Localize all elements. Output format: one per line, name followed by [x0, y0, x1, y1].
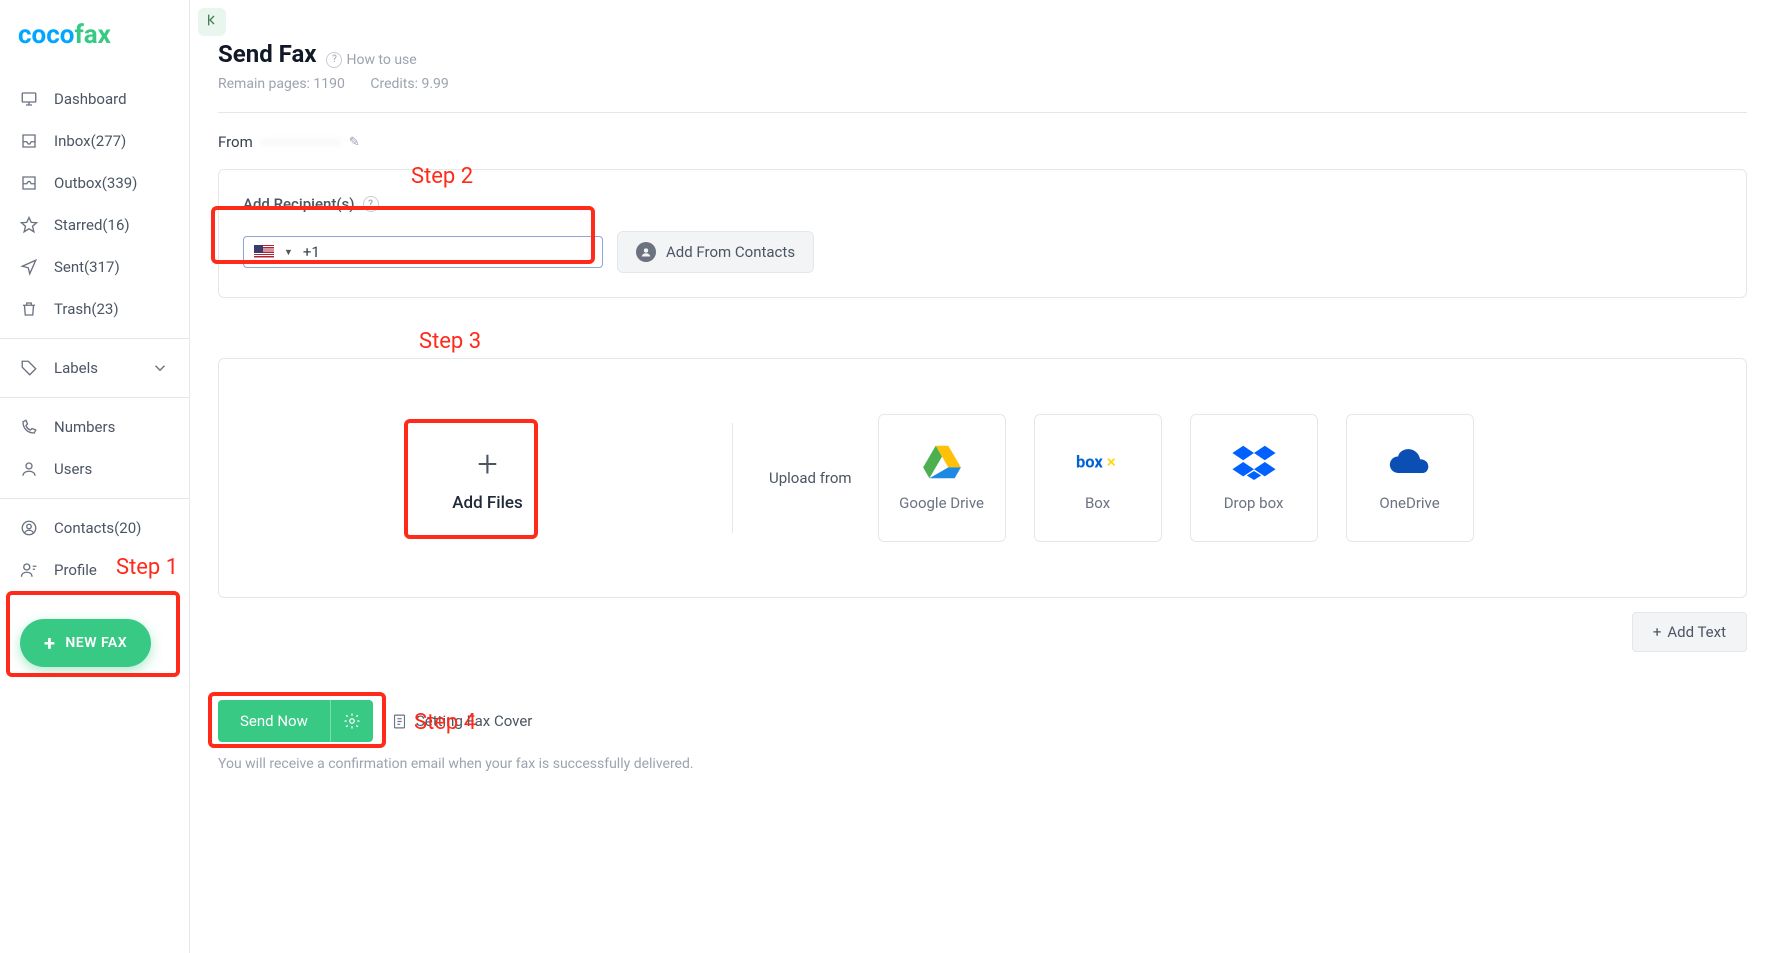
sidebar-item-inbox[interactable]: Inbox(277) [0, 120, 189, 162]
onedrive-icon [1388, 444, 1432, 480]
add-text-label: Add Text [1667, 623, 1726, 641]
sidebar-item-starred[interactable]: Starred(16) [0, 204, 189, 246]
sidebar-item-profile[interactable]: Profile [0, 549, 189, 591]
sidebar-item-label: Labels [54, 359, 98, 377]
add-from-contacts-label: Add From Contacts [666, 243, 795, 261]
plus-icon: + [452, 443, 523, 485]
send-settings-button[interactable] [330, 700, 373, 742]
monitor-icon [20, 90, 38, 108]
how-to-use-label: How to use [346, 52, 416, 68]
sidebar-item-labels[interactable]: Labels [0, 347, 189, 389]
cloud-dropbox[interactable]: Drop box [1190, 414, 1318, 542]
cloud-box[interactable]: box Box [1034, 414, 1162, 542]
user-icon [20, 460, 38, 478]
sidebar-item-label: Outbox(339) [54, 174, 137, 192]
sidebar-item-users[interactable]: Users [0, 448, 189, 490]
sidebar-item-label: Starred(16) [54, 216, 130, 234]
recipients-heading: Add Recipient(s) ? [243, 195, 379, 213]
sidebar-item-contacts[interactable]: Contacts(20) [0, 507, 189, 549]
sidebar-item-trash[interactable]: Trash(23) [0, 288, 189, 330]
gear-icon [343, 712, 361, 730]
svg-text:box: box [1076, 454, 1103, 473]
sidebar-item-label: Trash(23) [54, 300, 119, 318]
from-row: From ✎ [218, 125, 1747, 169]
sidebar-item-label: Sent(317) [54, 258, 120, 276]
send-now-button[interactable]: Send Now [218, 700, 330, 742]
sidebar-item-label: Contacts(20) [54, 519, 141, 537]
send-icon [20, 258, 38, 276]
tag-icon [20, 359, 38, 377]
logo-part1: coco [18, 20, 74, 50]
dropbox-icon [1232, 444, 1276, 480]
contacts-icon [20, 519, 38, 537]
cloud-name: OneDrive [1379, 494, 1439, 512]
sidebar: cocofax Dashboard Inbox(277) Outbox(339)… [0, 0, 190, 953]
recipients-label: Add Recipient(s) [243, 195, 355, 213]
sidebar-item-label: Profile [54, 561, 97, 579]
annotation-label-step3: Step 3 [419, 329, 481, 354]
sidebar-item-sent[interactable]: Sent(317) [0, 246, 189, 288]
star-icon [20, 216, 38, 234]
edit-from-icon[interactable]: ✎ [349, 135, 360, 150]
new-fax-button[interactable]: + NEW FAX [20, 619, 151, 667]
logo: cocofax [0, 10, 189, 70]
add-files-label: Add Files [452, 493, 523, 513]
box-icon: box [1076, 444, 1120, 480]
help-icon[interactable]: ? [363, 196, 379, 212]
cloud-name: Drop box [1224, 494, 1284, 512]
cloud-google-drive[interactable]: Google Drive [878, 414, 1006, 542]
country-dropdown-icon[interactable]: ▼ [284, 247, 293, 258]
phone-icon [20, 418, 38, 436]
phone-number-input[interactable] [303, 243, 592, 261]
sidebar-item-label: Users [54, 460, 92, 478]
from-value [261, 140, 341, 144]
confirmation-message: You will receive a confirmation email wh… [218, 756, 1747, 772]
document-icon [391, 713, 408, 730]
cloud-onedrive[interactable]: OneDrive [1346, 414, 1474, 542]
us-flag-icon[interactable] [254, 245, 274, 259]
plus-icon: + [1653, 623, 1662, 641]
main: Send Fax ? How to use Remain pages: 1190… [190, 0, 1775, 953]
send-now-group: Send Now [218, 700, 373, 742]
sidebar-item-outbox[interactable]: Outbox(339) [0, 162, 189, 204]
sidebar-item-label: Inbox(277) [54, 132, 126, 150]
profile-icon [20, 561, 38, 579]
files-card: Step 3 + Add Files Upload from Google Dr… [218, 358, 1747, 598]
new-fax-label: NEW FAX [65, 635, 127, 651]
page-title: Send Fax [218, 40, 317, 68]
phone-input-wrapper[interactable]: ▼ [243, 236, 603, 268]
outbox-icon [20, 174, 38, 192]
from-label: From [218, 133, 253, 151]
setting-fax-cover-link[interactable]: Setting Fax Cover [391, 712, 533, 730]
cloud-name: Box [1085, 494, 1110, 512]
logo-part2: fax [74, 20, 110, 50]
add-from-contacts-button[interactable]: Add From Contacts [617, 231, 814, 273]
cloud-name: Google Drive [899, 494, 984, 512]
upload-from-label: Upload from [769, 469, 852, 487]
trash-icon [20, 300, 38, 318]
remain-pages: Remain pages: 1190 [218, 76, 345, 92]
add-text-button[interactable]: + Add Text [1632, 612, 1747, 652]
add-files-button[interactable]: + Add Files [418, 423, 557, 533]
sidebar-collapse-button[interactable] [198, 8, 226, 36]
sidebar-item-label: Dashboard [54, 90, 127, 108]
page-header: Send Fax ? How to use Remain pages: 1190… [218, 40, 1747, 113]
chevron-down-icon [151, 359, 169, 377]
contact-icon [636, 242, 656, 262]
credits: Credits: 9.99 [370, 76, 448, 92]
sidebar-item-numbers[interactable]: Numbers [0, 406, 189, 448]
collapse-icon [204, 12, 220, 28]
plus-icon: + [44, 633, 55, 653]
google-drive-icon [920, 444, 964, 480]
help-icon: ? [326, 52, 342, 68]
inbox-icon [20, 132, 38, 150]
recipients-card: Add Recipient(s) ? Step 2 ▼ Add From Con… [218, 169, 1747, 298]
sidebar-item-dashboard[interactable]: Dashboard [0, 78, 189, 120]
how-to-use-link[interactable]: ? How to use [326, 52, 416, 68]
setting-cover-label: Setting Fax Cover [416, 712, 533, 730]
sidebar-item-label: Numbers [54, 418, 115, 436]
